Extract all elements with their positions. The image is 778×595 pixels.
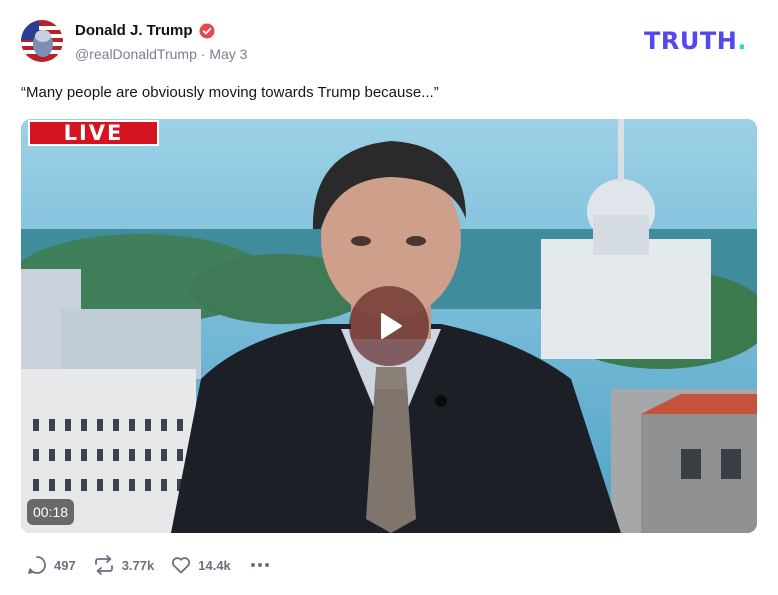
author-name-row[interactable]: Donald J. Trump — [75, 22, 215, 39]
retruth-button[interactable]: 3.77k — [92, 554, 155, 576]
retruth-icon — [94, 555, 113, 575]
more-options-button[interactable] — [249, 554, 271, 576]
post-text: “Many people are obviously moving toward… — [21, 84, 439, 101]
like-count: 14.4k — [198, 557, 231, 573]
video-player[interactable]: LIVE 00:18 — [21, 119, 757, 533]
like-icon — [172, 557, 191, 574]
play-button[interactable] — [349, 286, 429, 366]
reply-button[interactable]: 497 — [26, 554, 76, 576]
meta-separator: · — [200, 46, 206, 62]
reply-count: 497 — [54, 557, 76, 573]
post-date[interactable]: May 3 — [209, 46, 247, 62]
more-icon — [250, 563, 269, 567]
truth-logo[interactable]: TRUTH. — [644, 28, 747, 54]
play-icon — [381, 313, 402, 339]
author-name[interactable]: Donald J. Trump — [75, 22, 193, 39]
post-actions: 497 3.77k 14.4k — [26, 553, 271, 577]
like-button[interactable]: 14.4k — [170, 554, 231, 576]
retruth-count: 3.77k — [121, 557, 155, 573]
live-badge: LIVE — [28, 120, 159, 146]
author-handle[interactable]: @realDonaldTrump — [75, 46, 197, 62]
author-avatar[interactable] — [21, 20, 63, 62]
video-duration: 00:18 — [27, 499, 75, 525]
verified-badge-icon — [199, 23, 215, 38]
reply-icon — [28, 556, 46, 574]
logo-text: TRUTH — [644, 27, 738, 55]
truth-post: Donald J. Trump @realDonaldTrump · May 3… — [0, 0, 778, 595]
logo-dot: . — [737, 27, 747, 55]
handle-line: @realDonaldTrump · May 3 — [75, 46, 247, 62]
